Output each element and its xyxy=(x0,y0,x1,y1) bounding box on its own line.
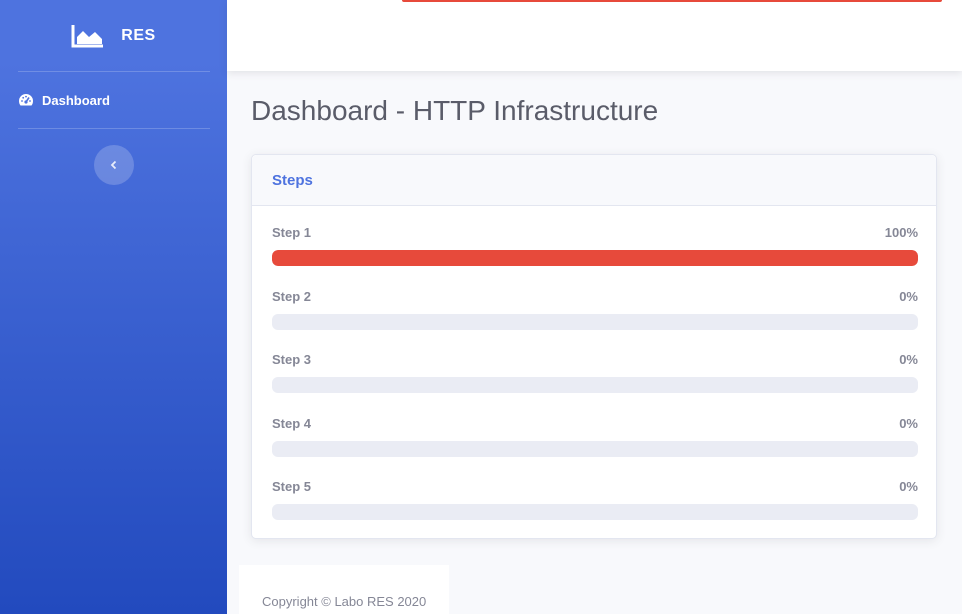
sidebar-item-label: Dashboard xyxy=(42,92,110,108)
step-label: Step 4 xyxy=(272,415,312,431)
steps-card: Steps Step 1 100% Step 2 0% Step 3 0% St… xyxy=(251,154,937,539)
progress-bar xyxy=(272,504,918,520)
step-label: Step 5 xyxy=(272,479,312,494)
sidebar-divider xyxy=(18,128,210,129)
step-label: Step 3 xyxy=(272,352,312,367)
step-label: Step 2 xyxy=(272,288,312,304)
footer: Copyright © Labo RES 2020 xyxy=(239,565,449,614)
step-item: Step 4 0% xyxy=(272,416,918,480)
sidebar-brand[interactable]: RES xyxy=(0,0,227,71)
page-title: Dashboard - HTTP Infrastructure xyxy=(251,95,659,126)
card-header: Steps xyxy=(252,155,936,206)
step-percent: 0% xyxy=(899,415,918,431)
chevron-left-icon xyxy=(109,160,119,170)
step-percent: 0% xyxy=(899,479,918,494)
sidebar-item-dashboard[interactable]: Dashboard xyxy=(18,86,210,114)
step-item: Step 1 100% xyxy=(272,225,918,289)
step-percent: 100% xyxy=(884,225,918,240)
step-item: Step 2 0% xyxy=(272,289,918,353)
sidebar-toggle-button[interactable] xyxy=(94,145,134,185)
topbar-accent-line xyxy=(402,0,942,2)
topbar xyxy=(227,0,962,71)
progress-bar xyxy=(272,440,918,457)
progress-fill xyxy=(272,250,918,266)
step-item: Step 5 0% xyxy=(272,479,918,543)
progress-bar xyxy=(272,250,918,266)
step-label: Step 1 xyxy=(272,225,312,240)
brand-name: RES xyxy=(121,26,156,44)
progress-bar xyxy=(272,377,918,393)
step-percent: 0% xyxy=(899,352,918,367)
card-title: Steps xyxy=(272,171,313,189)
area-chart-icon xyxy=(71,23,105,49)
steps-list: Step 1 100% Step 2 0% Step 3 0% Step 4 0… xyxy=(272,225,918,543)
sidebar-divider xyxy=(18,71,210,72)
copyright-text: Copyright © Labo RES 2020 xyxy=(262,594,427,609)
progress-bar xyxy=(272,313,918,330)
tachometer-icon xyxy=(18,93,34,107)
step-percent: 0% xyxy=(899,288,918,304)
sidebar: RES Dashboard xyxy=(0,0,227,614)
step-item: Step 3 0% xyxy=(272,352,918,416)
